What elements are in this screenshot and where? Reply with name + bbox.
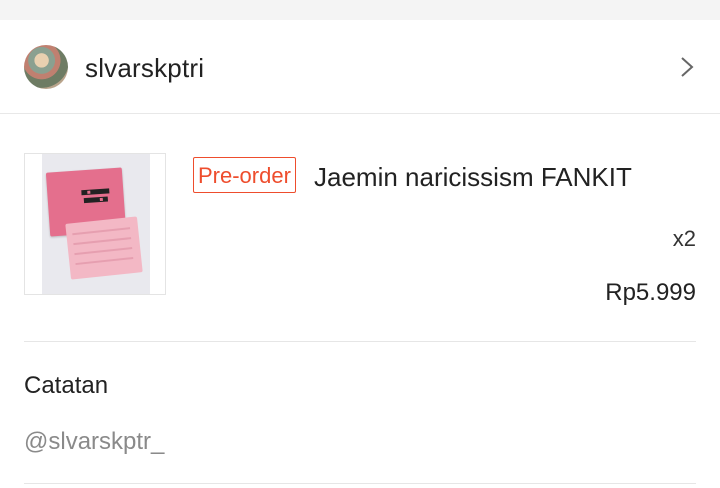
note-label: Catatan xyxy=(24,372,109,399)
divider xyxy=(24,483,696,484)
pink-card-image xyxy=(65,216,143,280)
shop-avatar[interactable] xyxy=(24,45,68,89)
product-price: Rp5.999 xyxy=(605,279,696,306)
product-thumbnail[interactable] xyxy=(24,153,166,295)
product-quantity: x2 xyxy=(672,226,696,251)
shop-name[interactable]: slvarskptri xyxy=(85,53,204,84)
note-value[interactable]: @slvarskptr_ xyxy=(24,428,164,456)
product-title[interactable]: Jaemin naricissism FANKIT xyxy=(314,162,632,193)
chevron-right-icon[interactable] xyxy=(676,56,698,78)
divider xyxy=(24,341,696,342)
logo-text-graphic xyxy=(81,188,110,204)
product-photo xyxy=(42,154,150,294)
shop-header-row[interactable]: slvarskptri xyxy=(0,20,720,114)
product-item[interactable]: Pre-order Jaemin naricissism FANKIT x2 R… xyxy=(0,114,720,342)
top-spacer xyxy=(0,0,720,20)
preorder-badge: Pre-order xyxy=(193,157,296,193)
